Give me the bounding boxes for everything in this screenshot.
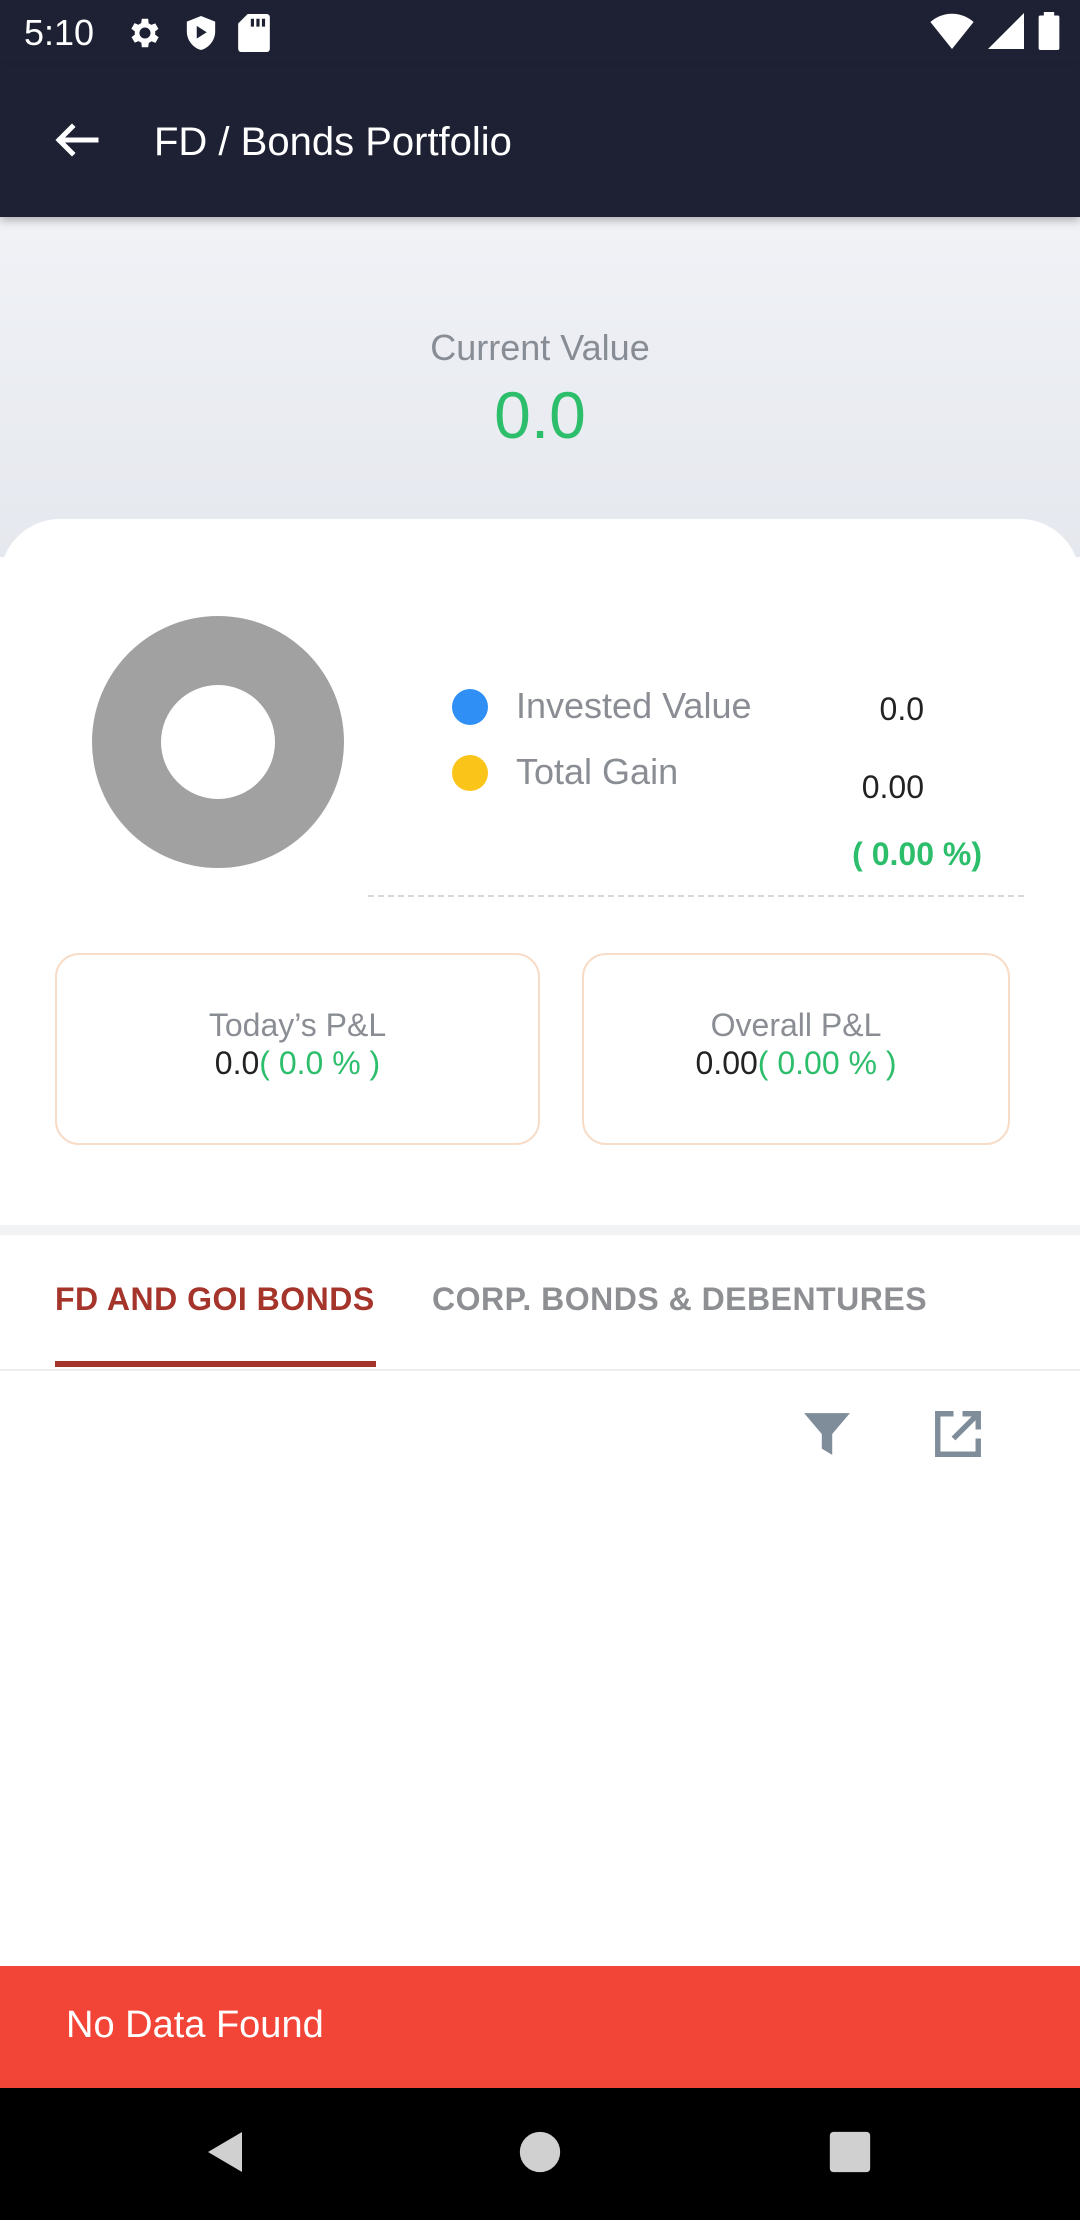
system-navigation-bar <box>0 2088 1080 2220</box>
overall-pl-card: Overall P&L 0.00( 0.00 % ) <box>582 953 1010 1145</box>
legend-invested-value: Invested Value 0.0 <box>452 681 992 731</box>
legend-total-gain: Total Gain 0.00 <box>452 747 992 805</box>
nav-back-button[interactable] <box>196 2124 256 2184</box>
total-gain-label: Total Gain <box>516 751 679 792</box>
snackbar-message: No Data Found <box>66 2004 324 2046</box>
total-gain-dot <box>452 755 488 791</box>
open-external-icon <box>931 1407 985 1466</box>
todays-pl-title: Today’s P&L <box>208 1007 387 1043</box>
current-value: 0.0 <box>494 378 586 452</box>
portfolio-summary-card: Invested Value 0.0 Total Gain 0.00 ( 0.0… <box>0 519 1080 1225</box>
filter-icon <box>802 1409 852 1464</box>
current-value-section: Current Value 0.0 <box>0 217 1080 557</box>
invested-value-amount: 0.0 <box>879 691 924 727</box>
back-button[interactable] <box>40 110 112 174</box>
battery-icon <box>1038 12 1060 55</box>
todays-pl-value: 0.0 <box>214 1045 260 1081</box>
invested-value-label: Invested Value <box>516 685 752 726</box>
snackbar: No Data Found <box>0 1966 1080 2088</box>
tab-fd-and-goi-bonds[interactable]: FD AND GOI BONDS <box>55 1281 375 1318</box>
nav-home-button[interactable] <box>510 2124 570 2184</box>
overall-pl-value: 0.00 <box>695 1045 758 1081</box>
overall-pl-values: 0.00( 0.00 % ) <box>584 1045 1008 1082</box>
export-button[interactable] <box>928 1406 988 1466</box>
filter-button[interactable] <box>797 1406 857 1466</box>
sd-card-icon <box>238 14 270 57</box>
status-bar: 5:10 <box>0 0 1080 66</box>
overall-pl-percent: ( 0.00 % ) <box>757 1045 897 1081</box>
status-icons-left <box>126 14 270 57</box>
total-gain-percent: ( 0.00 %) <box>852 836 982 872</box>
status-icons-right <box>930 12 1060 55</box>
settings-icon <box>126 14 164 57</box>
todays-pl-card: Today’s P&L 0.0( 0.0 % ) <box>55 953 540 1145</box>
shield-icon <box>184 14 218 57</box>
nav-home-icon <box>518 2130 562 2179</box>
active-tab-indicator <box>55 1361 376 1367</box>
arrow-left-icon <box>52 122 100 163</box>
divider <box>368 895 1024 897</box>
current-value-label: Current Value <box>430 327 650 368</box>
page-title: FD / Bonds Portfolio <box>154 120 512 164</box>
overall-pl-title: Overall P&L <box>710 1007 882 1043</box>
allocation-donut-chart <box>92 616 344 868</box>
nav-back-icon <box>202 2128 250 2181</box>
total-gain-amount: 0.00 <box>861 769 924 805</box>
todays-pl-percent: ( 0.0 % ) <box>259 1045 381 1081</box>
cell-signal-icon <box>988 13 1024 54</box>
app-bar: FD / Bonds Portfolio <box>0 66 1080 217</box>
status-time: 5:10 <box>24 12 95 53</box>
donut-hole <box>161 685 275 799</box>
section-divider <box>0 1225 1080 1235</box>
bond-type-tabs: FD AND GOI BONDS CORP. BONDS & DEBENTURE… <box>0 1235 1080 1371</box>
todays-pl-values: 0.0( 0.0 % ) <box>57 1045 538 1082</box>
invested-value-dot <box>452 689 488 725</box>
tab-corp-bonds-debentures[interactable]: CORP. BONDS & DEBENTURES <box>432 1281 927 1318</box>
wifi-icon <box>930 13 974 54</box>
nav-recents-icon <box>828 2130 872 2179</box>
nav-recents-button[interactable] <box>820 2124 880 2184</box>
screen: 5:10 FD / Bonds Portfolio Current Value … <box>0 0 1080 2220</box>
